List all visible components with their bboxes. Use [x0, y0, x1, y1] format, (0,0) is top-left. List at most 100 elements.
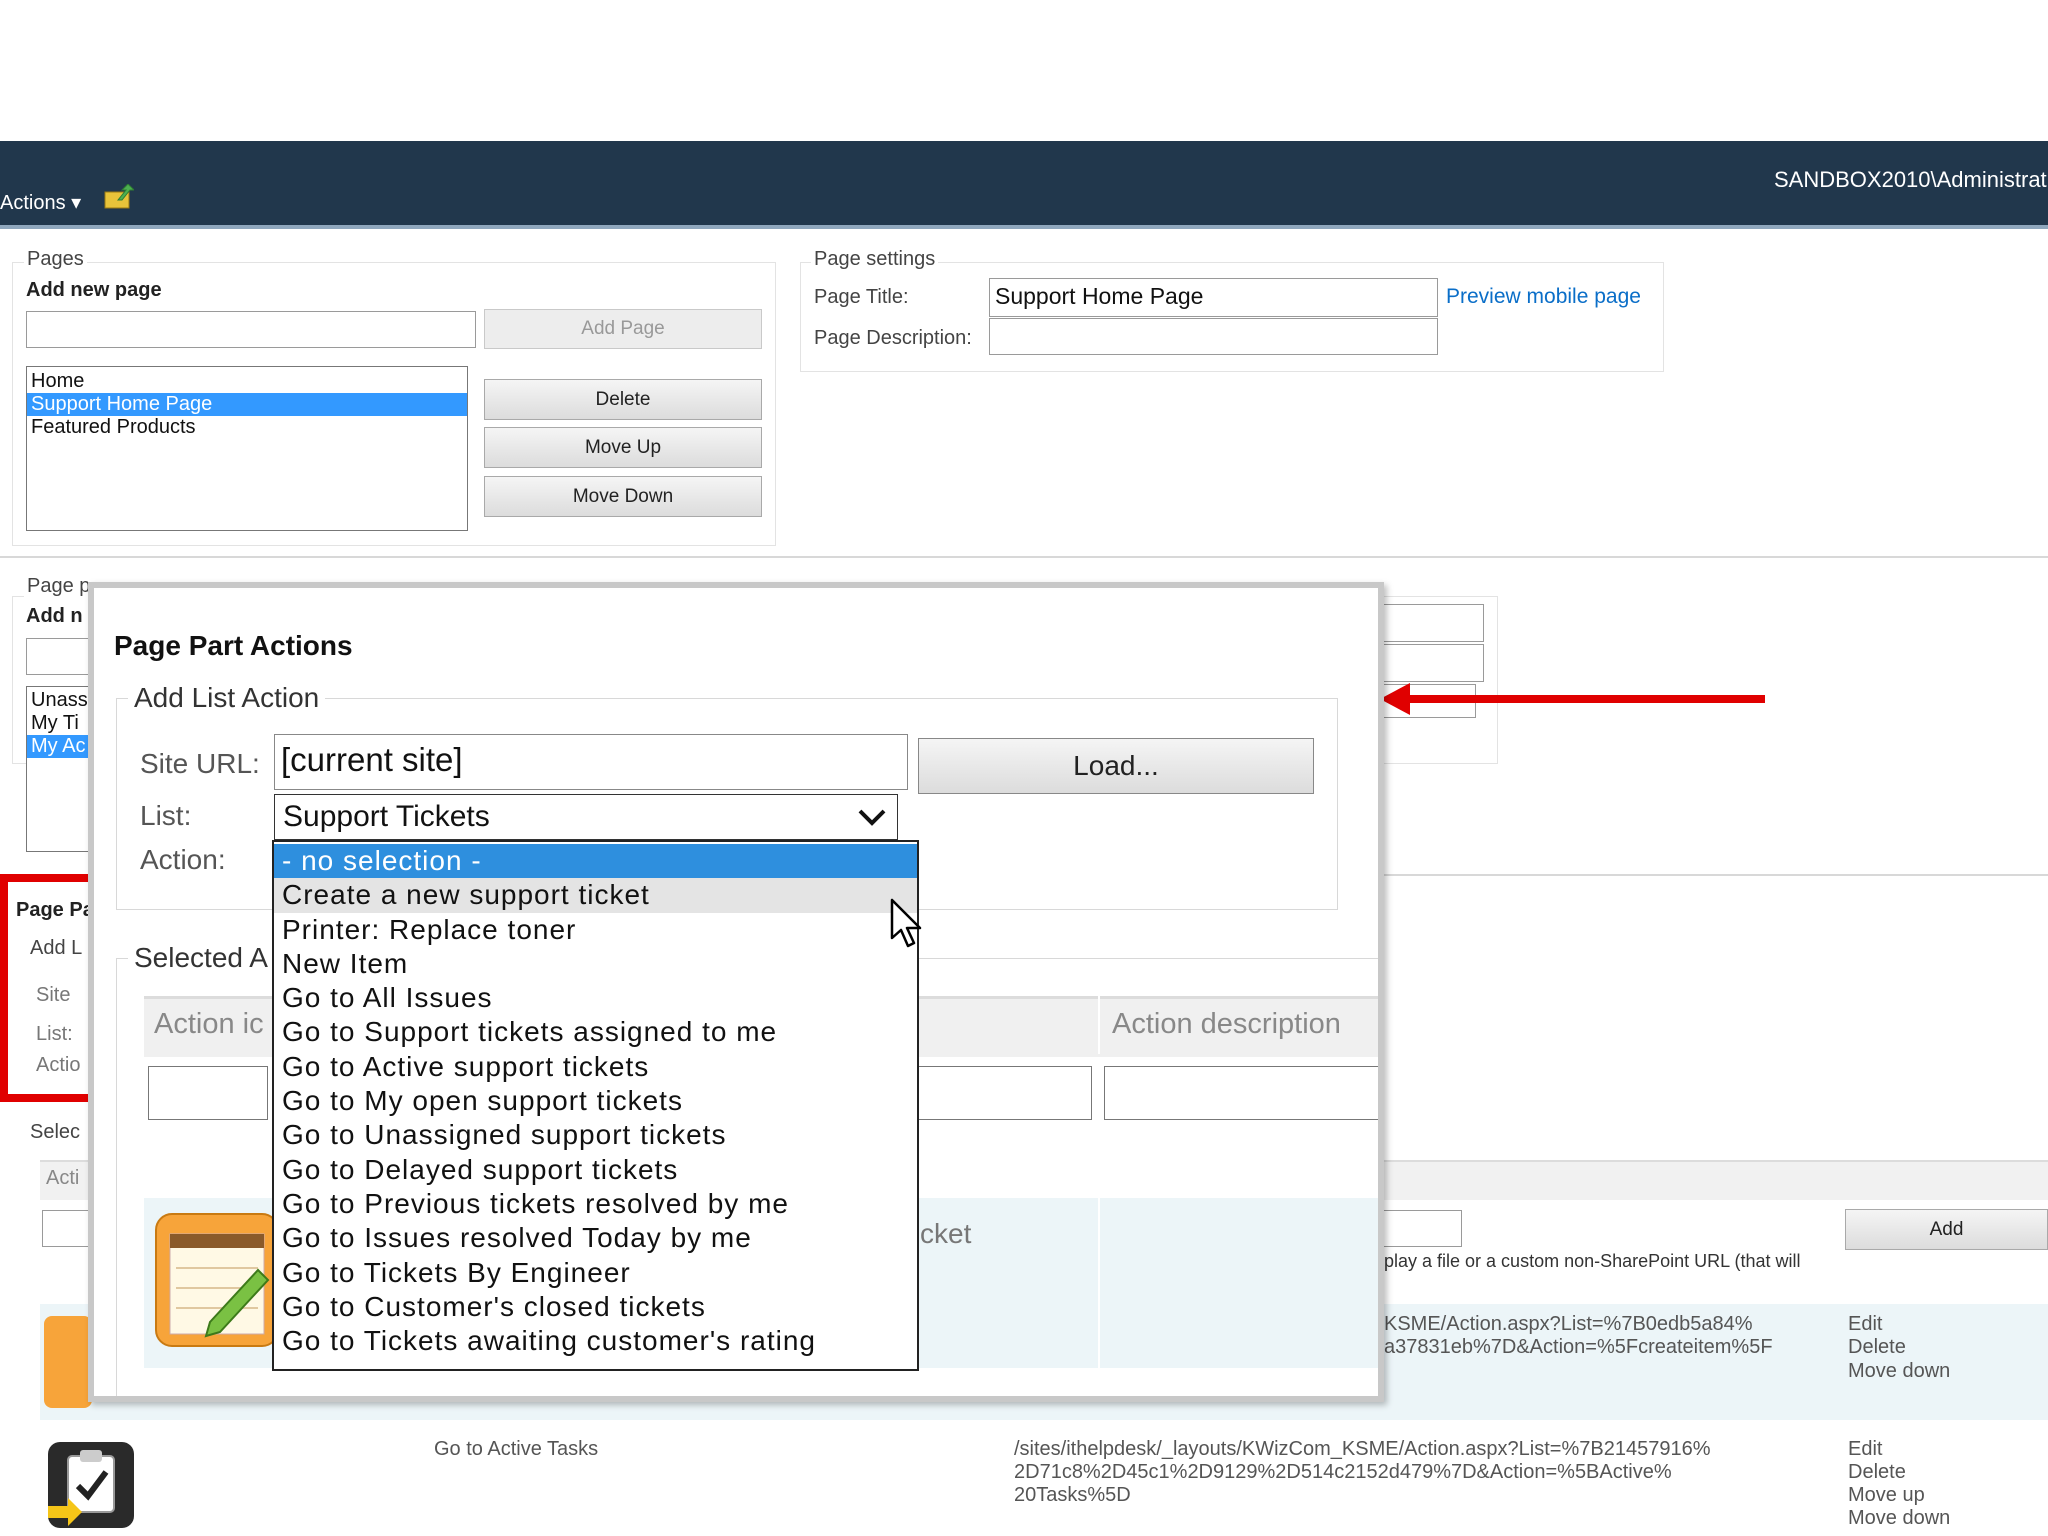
column-divider — [1098, 996, 1100, 1054]
ribbon-bar — [0, 141, 2048, 225]
chevron-down-icon — [858, 809, 886, 826]
create-ticket-icon — [154, 1212, 280, 1348]
action-label: Action: — [140, 844, 226, 875]
clipboard-check-icon — [48, 1442, 134, 1528]
action-option[interactable]: - no selection - — [274, 844, 917, 879]
new-page-part-input[interactable] — [26, 638, 96, 675]
action-option[interactable]: Go to My open support tickets — [274, 1084, 917, 1118]
action-option[interactable]: Create a new support ticket — [274, 878, 917, 913]
preview-mobile-page-link[interactable]: Preview mobile page — [1446, 285, 1641, 309]
bg-selected-label: Selec — [30, 1121, 81, 1143]
page-part-setting-input-1[interactable] — [1380, 604, 1484, 642]
pages-listbox[interactable]: Home Support Home Page Featured Products — [26, 366, 468, 531]
red-arrow-head-icon — [1380, 683, 1410, 715]
pages-list-item[interactable]: Featured Products — [27, 416, 467, 439]
row-1-url-line-1: KSME/Action.aspx?List=%7B0edb5a84% — [1384, 1313, 1753, 1335]
add-list-action-legend: Add List Action — [128, 682, 326, 714]
action-dropdown-list[interactable]: - no selection - Create a new support ti… — [272, 840, 919, 1371]
new-page-input[interactable] — [26, 311, 476, 348]
add-action-button[interactable]: Add — [1845, 1209, 2048, 1250]
action-option[interactable]: Go to Issues resolved Today by me — [274, 1221, 917, 1255]
pages-list-item[interactable]: Support Home Page — [27, 393, 467, 416]
actions-menu[interactable]: Actions ▾ — [0, 190, 81, 215]
ribbon-divider — [0, 225, 2048, 229]
delete-page-button[interactable]: Delete — [484, 379, 762, 420]
page-title-label: Page Title: — [814, 286, 909, 308]
page-parts-list-item[interactable]: Unass — [27, 689, 95, 712]
page-title-input[interactable]: Support Home Page — [989, 278, 1438, 317]
row-2-delete-link[interactable]: Delete — [1848, 1461, 1906, 1484]
section-divider-2 — [1380, 874, 2048, 876]
bg-action-icon-input[interactable] — [42, 1210, 90, 1247]
row-2-edit-link[interactable]: Edit — [1848, 1438, 1882, 1461]
bg-action-label: Actio — [36, 1054, 81, 1076]
action-option[interactable]: Go to Delayed support tickets — [274, 1153, 917, 1187]
url-help-text: play a file or a custom non-SharePoint U… — [1384, 1251, 1801, 1271]
load-button[interactable]: Load... — [918, 738, 1314, 794]
page-description-input[interactable] — [989, 318, 1438, 355]
action-option[interactable]: Go to Tickets By Engineer — [274, 1256, 917, 1290]
row-2-url-line-3: 20Tasks%5D — [1014, 1484, 1131, 1506]
page-settings-legend: Page settings — [811, 248, 939, 271]
action-option[interactable]: Go to Customer's closed tickets — [274, 1290, 917, 1324]
row-1-delete-link[interactable]: Delete — [1848, 1336, 1906, 1359]
action-option[interactable]: Go to Tickets awaiting customer's rating — [274, 1324, 917, 1358]
pages-legend: Pages — [24, 248, 87, 271]
site-url-label: Site URL: — [140, 748, 260, 779]
bg-action-header: Acti — [46, 1167, 80, 1189]
row-1-icon — [44, 1316, 92, 1408]
selected-actions-legend: Selected A — [128, 942, 274, 974]
action-icon-column-header: Action ic — [154, 1008, 264, 1040]
action-option[interactable]: New Item — [274, 947, 917, 981]
action-option[interactable]: Go to Support tickets assigned to me — [274, 1015, 917, 1049]
bg-list-label: List: — [36, 1023, 73, 1045]
action-description-column-header: Action description — [1112, 1008, 1341, 1040]
action-option[interactable]: Go to Active support tickets — [274, 1050, 917, 1084]
active-tasks-icon — [46, 1440, 136, 1530]
row-2-url-line-1: /sites/ithelpdesk/_layouts/KWizCom_KSME/… — [1014, 1438, 1711, 1460]
action-option[interactable]: Go to Previous tickets resolved by me — [274, 1187, 917, 1221]
list-select[interactable]: Support Tickets — [274, 794, 898, 840]
move-up-button[interactable]: Move Up — [484, 427, 762, 468]
page-parts-legend: Page p — [24, 575, 94, 598]
add-page-button[interactable]: Add Page — [484, 309, 762, 349]
page-description-label: Page Description: — [814, 327, 972, 349]
notepad-pencil-icon — [155, 1213, 279, 1347]
list-select-value: Support Tickets — [283, 800, 490, 833]
page-parts-listbox[interactable]: Unass My Ti My Ac — [26, 686, 96, 852]
action-title-fragment: cket — [920, 1218, 972, 1249]
upload-folder-icon[interactable] — [104, 184, 134, 210]
row-2-move-up-link[interactable]: Move up — [1848, 1484, 1925, 1507]
row-1-url-line-2: a37831eb%7D&Action=%5Fcreateitem%5F — [1384, 1336, 1773, 1358]
action-option[interactable]: Go to All Issues — [274, 981, 917, 1015]
mouse-cursor-icon — [890, 898, 922, 948]
row-2-move-down-link[interactable]: Move down — [1848, 1507, 1950, 1530]
row-1-move-down-link[interactable]: Move down — [1848, 1360, 1950, 1383]
bg-page-part-label: Page Pa — [16, 899, 94, 921]
page-part-setting-input-2[interactable] — [1380, 644, 1484, 682]
list-label: List: — [140, 800, 192, 831]
add-new-page-label: Add new page — [26, 279, 162, 301]
row-1-edit-link[interactable]: Edit — [1848, 1313, 1882, 1336]
bg-action-url-input[interactable] — [1380, 1210, 1462, 1247]
red-arrow-shaft — [1395, 695, 1765, 703]
page-parts-list-item[interactable]: My Ti — [27, 712, 95, 735]
bg-add-label: Add L — [30, 937, 83, 959]
add-new-page-part-label: Add n — [26, 605, 83, 627]
row-2-title: Go to Active Tasks — [434, 1438, 599, 1460]
action-option[interactable]: Go to Unassigned support tickets — [274, 1118, 917, 1152]
site-url-input[interactable]: [current site] — [274, 734, 908, 790]
action-option[interactable]: Printer: Replace toner — [274, 913, 917, 947]
bg-site-label: Site — [36, 984, 71, 1006]
dialog-title: Page Part Actions — [114, 630, 353, 661]
pages-list-item[interactable]: Home — [27, 370, 467, 393]
user-menu[interactable]: SANDBOX2010\Administrat — [1774, 167, 2047, 193]
action-icon-input[interactable] — [148, 1066, 268, 1120]
row-divider — [1098, 1198, 1100, 1368]
action-title-input[interactable] — [914, 1066, 1092, 1120]
action-description-input[interactable] — [1104, 1066, 1378, 1120]
section-divider — [0, 556, 2048, 558]
row-2-url-line-2: 2D71c8%2D45c1%2D9129%2D514c2152d479%7D&A… — [1014, 1461, 1672, 1483]
page-parts-list-item[interactable]: My Ac — [27, 735, 95, 758]
move-down-button[interactable]: Move Down — [484, 476, 762, 517]
